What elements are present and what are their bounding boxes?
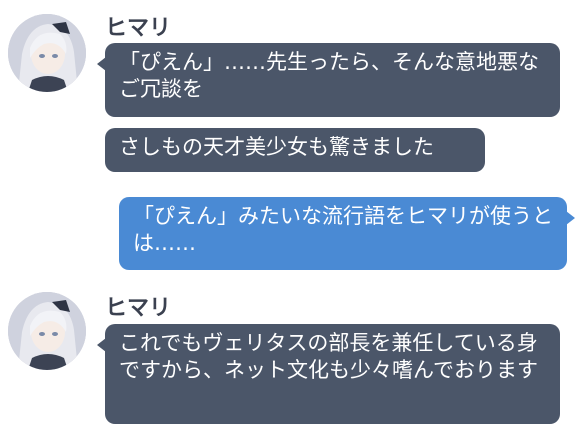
himari-portrait-icon <box>8 292 86 370</box>
npc-message-bubble: これでもヴェリタスの部長を兼任している身ですから、ネット文化も少々嗜んでおります <box>97 324 560 424</box>
sender-name: ヒマリ <box>105 16 172 41</box>
npc-message-text: これでもヴェリタスの部長を兼任している身ですから、ネット文化も少々嗜んでおります <box>119 331 538 382</box>
npc-message-text: さしもの天才美少女も驚きました <box>119 135 434 159</box>
npc-message-text: 「ぴえん」……先生ったら、そんな意地悪なご冗談を <box>119 50 539 101</box>
npc-message-bubble: さしもの天才美少女も驚きました <box>105 128 485 172</box>
himari-avatar[interactable] <box>8 14 86 92</box>
himari-avatar[interactable] <box>8 292 86 370</box>
player-message-bubble: 「ぴえん」みたいな流行語をヒマリが使うとは…… <box>119 197 575 270</box>
npc-message-bubble: 「ぴえん」……先生ったら、そんな意地悪なご冗談を <box>97 43 560 117</box>
player-message-text: 「ぴえん」みたいな流行語をヒマリが使うとは…… <box>133 204 553 255</box>
himari-portrait-icon <box>8 14 86 92</box>
sender-name: ヒマリ <box>105 296 172 321</box>
